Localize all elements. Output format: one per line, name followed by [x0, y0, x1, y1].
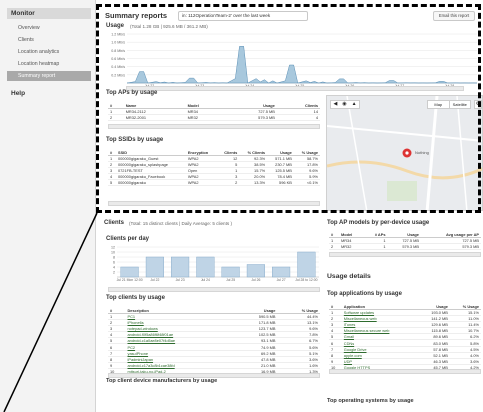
row-link[interactable]: Google Drive — [344, 347, 367, 352]
top-ap-models-scrollbar[interactable] — [329, 252, 481, 257]
y-tick-label: 8 — [113, 256, 115, 260]
top-ap-models-table: # Model # APs Usage Avg usage per AP 1 M… — [329, 229, 481, 250]
column-header[interactable]: Model — [339, 229, 364, 238]
clients-bar[interactable] — [221, 266, 240, 278]
clients-chart-scrollbar[interactable] — [108, 287, 320, 292]
x-tick-label: Jul 22 — [150, 278, 159, 282]
row-link[interactable]: Miscellaneous secure web — [344, 328, 390, 333]
cell: 2 — [329, 243, 339, 250]
row-link[interactable]: Gmail — [344, 334, 354, 339]
top-manufacturers-title: Top client device manufacturers by usage — [106, 378, 218, 384]
app-window: Monitor Overview Clients Location analyt… — [0, 0, 483, 412]
row-link[interactable]: Software updates — [344, 310, 374, 315]
top-applications-title: Top applications by usage — [327, 291, 402, 297]
clients-per-day-title: Clients per day — [106, 236, 150, 242]
table-row[interactable]: 2 MR32 1 579.3 MB 579.3 MB — [329, 243, 481, 250]
row-link[interactable]: UDP — [344, 359, 352, 364]
clients-per-day-chart: 12108642Jul 21 Mon 12:00 Jul 22 Jul 23 Jul … — [111, 246, 319, 282]
column-header[interactable]: Description — [125, 305, 235, 314]
column-header[interactable]: # APs — [363, 229, 388, 238]
cell: MR32 — [339, 243, 364, 250]
column-header[interactable]: Avg usage per AP — [420, 229, 481, 238]
column-header[interactable]: % Usage — [277, 305, 320, 314]
clients-title: Clients — [104, 220, 125, 226]
top-applications-table: # Application Usage % Usage 1 Software up… — [329, 301, 481, 372]
table-header-row: # Model # APs Usage Avg usage per AP — [329, 229, 481, 238]
row-link[interactable]: Miscellaneous web — [344, 316, 377, 321]
annotation-pointer — [3, 212, 98, 412]
clients-bar[interactable] — [272, 266, 291, 278]
clients-bar[interactable] — [297, 251, 316, 278]
column-header[interactable]: Usage — [418, 301, 450, 310]
top-clients-title: Top clients by usage — [106, 295, 165, 301]
column-header[interactable]: % Usage — [449, 301, 481, 310]
x-tick-label: Jul 21 Mon 12:00 — [117, 278, 143, 282]
row-link[interactable]: PC2 — [128, 345, 136, 350]
row-link[interactable]: CDNs — [344, 341, 354, 346]
cell: 579.3 MB — [387, 243, 421, 250]
row-link[interactable]: notepad-windows — [128, 326, 158, 331]
top-os-title: Top operating systems by usage — [327, 398, 414, 404]
column-header[interactable]: # — [329, 229, 339, 238]
x-tick-label: Jul 26 — [251, 278, 260, 282]
x-tick-label: Jul 28 to 12:00 — [295, 278, 317, 282]
x-tick-label: Jul 27 — [277, 278, 286, 282]
y-tick-label: 12 — [111, 246, 115, 250]
table-header-row: # Description Usage % Usage — [108, 305, 320, 314]
application-rows: 1 Software updates 193.0 MB 15.1% 2 Miscellan… — [329, 309, 481, 372]
row-link[interactable]: yasuIPhone — [128, 351, 149, 356]
row-link[interactable]: android-c17a3c8b1cae38fd — [128, 363, 175, 368]
row-link[interactable]: android-f0f5a86f6f48f01ae — [128, 332, 174, 337]
y-tick-label: 2 — [113, 271, 115, 275]
cell: 1 — [363, 243, 388, 250]
x-tick-label: Jul 24 — [201, 278, 210, 282]
top-applications-scrollbar[interactable] — [329, 369, 481, 374]
client-rows: 1 PC1 590.5 MB 44.4% 2 iPhone6s 171.8 MB 13.1% 3… — [108, 313, 320, 376]
y-tick-label: 6 — [113, 261, 115, 265]
clients-bar[interactable] — [246, 264, 265, 278]
column-header[interactable]: Usage — [234, 305, 278, 314]
clients-bar[interactable] — [120, 266, 139, 278]
row-link[interactable]: apple.com — [344, 353, 362, 358]
usage-details-title: Usage details — [327, 273, 371, 280]
clients-subtitle: (Total: 15 distinct clients | Daily Aver… — [129, 221, 232, 226]
row-link[interactable]: iPadminiJapan — [128, 357, 154, 362]
column-header[interactable]: # — [329, 301, 342, 310]
x-tick-label: Jul 25 — [226, 278, 235, 282]
column-header[interactable]: # — [108, 305, 126, 314]
column-header[interactable]: Usage — [387, 229, 421, 238]
column-header[interactable]: Application — [341, 301, 419, 310]
row-link[interactable]: iTunes — [344, 322, 356, 327]
clients-bar[interactable] — [145, 256, 164, 278]
row-link[interactable]: iPhone6s — [128, 320, 144, 325]
clients-bar[interactable] — [171, 256, 190, 278]
row-link[interactable]: android-c1a0ae8e07f4d5ae — [128, 338, 176, 343]
cell: 579.3 MB — [420, 243, 481, 250]
x-tick-label: Jul 23 — [176, 278, 185, 282]
clients-bar[interactable] — [196, 256, 215, 278]
top-ap-models-title: Top AP models by per-device usage — [327, 220, 430, 226]
y-tick-label: 4 — [113, 266, 115, 270]
row-link[interactable]: PC1 — [128, 314, 136, 319]
top-clients-table: # Description Usage % Usage 1 PC1 590.5 MB… — [108, 305, 320, 376]
table-header-row: # Application Usage % Usage — [329, 301, 481, 310]
y-tick-label: 10 — [111, 251, 115, 255]
